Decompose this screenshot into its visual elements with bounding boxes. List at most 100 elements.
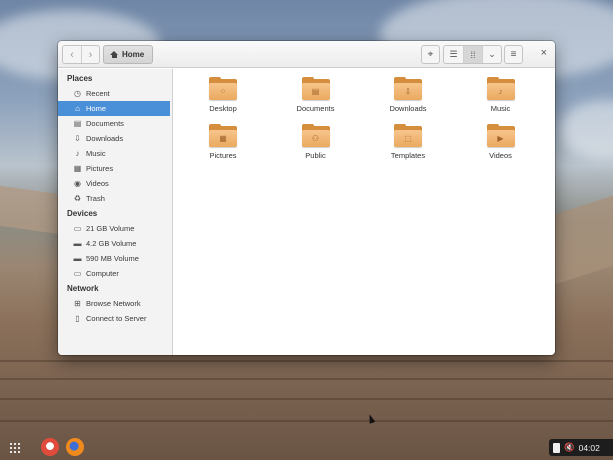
system-tray: 🔇 04:02	[549, 439, 613, 456]
pictures-folder-icon: ▦	[209, 124, 237, 147]
forward-button[interactable]: ›	[81, 46, 99, 63]
folder-label: Documents	[296, 104, 335, 113]
folder-item-public[interactable]: ⚇ Public	[276, 124, 356, 160]
hamburger-menu-icon: ≡	[510, 49, 517, 60]
sidebar-item-label: Downloads	[86, 134, 124, 143]
places-sidebar: Places ◷ Recent ⌂ Home ▤ Documents ⇩ Downloads ♪ M…	[58, 69, 173, 355]
folder-label: Pictures	[209, 151, 237, 160]
software-center-dock-icon[interactable]	[41, 438, 59, 456]
videos-folder-icon: ▶	[486, 124, 515, 147]
path-bar-home-button[interactable]: Home	[103, 45, 154, 64]
sidebar-item-21-gb-volume[interactable]: ▭ 21 GB Volume	[58, 221, 172, 236]
view-switcher: ☰ ⁞⁞ ⌄	[443, 45, 502, 64]
file-manager-window: ‹ › Home ⌖ ☰ ⁞⁞ ⌄ ≡ × Places ◷ Recent ⌂ Home…	[58, 41, 555, 355]
folder-item-downloads[interactable]: ⇩ Downloads	[368, 77, 448, 113]
clock[interactable]: 04:02	[579, 443, 600, 453]
folder-label: Public	[305, 151, 326, 160]
server-icon: ▯	[75, 314, 80, 323]
network-icon: ⊞	[74, 299, 81, 308]
chevron-left-icon: ‹	[70, 48, 74, 61]
document-icon: ▤	[73, 119, 82, 128]
wallpaper-plank	[0, 378, 613, 380]
sidebar-item-label: Browse Network	[86, 299, 141, 308]
folder-item-music[interactable]: ♪ Music	[461, 77, 541, 113]
header-bar: ‹ › Home ⌖ ☰ ⁞⁞ ⌄ ≡ ×	[58, 41, 555, 68]
sidebar-item-pictures[interactable]: ▦ Pictures	[58, 161, 172, 176]
picture-icon: ▦	[73, 164, 82, 173]
sidebar-item-connect-to-server[interactable]: ▯ Connect to Server	[58, 311, 172, 326]
sidebar-item-label: 21 GB Volume	[86, 224, 135, 233]
folder-item-videos[interactable]: ▶ Videos	[461, 124, 541, 160]
folder-item-templates[interactable]: ⬚ Templates	[368, 124, 448, 160]
sidebar-item-computer[interactable]: ▭ Computer	[58, 266, 172, 281]
drive-icon: ▭	[73, 224, 82, 233]
close-button[interactable]: ×	[541, 47, 547, 59]
menu-button[interactable]: ≡	[504, 45, 523, 64]
sidebar-item-4-2-gb-volume[interactable]: ▬ 4.2 GB Volume	[58, 236, 172, 251]
sidebar-item-label: Pictures	[86, 164, 114, 173]
sidebar-item-label: Trash	[86, 194, 105, 203]
sidebar-item-590-mb-volume[interactable]: ▬ 590 MB Volume	[58, 251, 172, 266]
app-grid-button[interactable]	[10, 443, 20, 453]
grid-view-button[interactable]: ⁞⁞	[463, 46, 482, 63]
navigation-buttons: ‹ ›	[62, 45, 100, 64]
folder-item-pictures[interactable]: ▦ Pictures	[183, 124, 263, 160]
crosshair-icon: ⌖	[427, 49, 434, 60]
wallpaper-plank	[0, 398, 613, 400]
grid-icon: ⁞⁞	[470, 49, 476, 60]
sidebar-item-downloads[interactable]: ⇩ Downloads	[58, 131, 172, 146]
sidebar-item-label: 4.2 GB Volume	[86, 239, 137, 248]
sidebar-item-label: Videos	[86, 179, 109, 188]
music-icon: ♪	[75, 149, 80, 158]
sidebar-section-header: Network	[67, 284, 99, 293]
location-button[interactable]: ⌖	[421, 45, 440, 64]
sidebar-section-header: Devices	[67, 209, 98, 218]
wallpaper-rail	[555, 195, 613, 285]
volume-muted-icon[interactable]: 🔇	[564, 442, 575, 453]
sidebar-item-browse-network[interactable]: ⊞ Browse Network	[58, 296, 172, 311]
sidebar-item-label: Connect to Server	[86, 314, 147, 323]
templates-folder-icon: ⬚	[394, 124, 422, 147]
sidebar-item-label: Recent	[86, 89, 110, 98]
sidebar-item-recent[interactable]: ◷ Recent	[58, 86, 172, 101]
folder-label: Videos	[489, 151, 512, 160]
sidebar-section-header: Places	[67, 74, 93, 83]
firefox-dock-icon[interactable]	[66, 438, 84, 456]
list-view-button[interactable]: ☰	[444, 46, 463, 63]
sidebar-item-music[interactable]: ♪ Music	[58, 146, 172, 161]
wallpaper-cloud	[560, 100, 613, 160]
drive-icon: ▬	[73, 239, 82, 248]
close-icon: ×	[540, 47, 547, 59]
list-icon: ☰	[449, 49, 458, 59]
folder-item-documents[interactable]: ▤ Documents	[276, 77, 356, 113]
documents-folder-icon: ▤	[301, 77, 330, 100]
view-options-button[interactable]: ⌄	[482, 46, 501, 63]
home-icon: ⌂	[75, 104, 80, 113]
folder-item-desktop[interactable]: ⁘ Desktop	[183, 77, 263, 113]
sidebar-item-label: Home	[86, 104, 107, 113]
battery-icon[interactable]	[553, 442, 560, 453]
sidebar-item-trash[interactable]: ♻ Trash	[58, 191, 172, 206]
sidebar-item-label: Documents	[86, 119, 124, 128]
sidebar-item-label: Computer	[86, 269, 119, 278]
desktop-folder-icon: ⁘	[209, 77, 237, 100]
chevron-down-icon: ⌄	[488, 49, 496, 59]
wallpaper-plank	[0, 420, 613, 422]
downloads-folder-icon: ⇩	[394, 77, 422, 100]
clock-icon: ◷	[74, 89, 81, 98]
wallpaper-rail	[0, 185, 60, 235]
trash-icon: ♻	[73, 194, 82, 203]
drive-icon: ▬	[73, 254, 82, 263]
path-label: Home	[122, 50, 145, 59]
sidebar-item-documents[interactable]: ▤ Documents	[58, 116, 172, 131]
sidebar-item-label: 590 MB Volume	[86, 254, 139, 263]
sidebar-item-home[interactable]: ⌂ Home	[58, 101, 170, 116]
video-icon: ◉	[74, 179, 81, 188]
folder-label: Templates	[390, 151, 426, 160]
sidebar-item-videos[interactable]: ◉ Videos	[58, 176, 172, 191]
folder-label: Music	[490, 104, 511, 113]
back-button[interactable]: ‹	[63, 46, 81, 63]
folder-label: Desktop	[209, 104, 237, 113]
home-icon	[110, 51, 118, 58]
computer-icon: ▭	[73, 269, 82, 278]
